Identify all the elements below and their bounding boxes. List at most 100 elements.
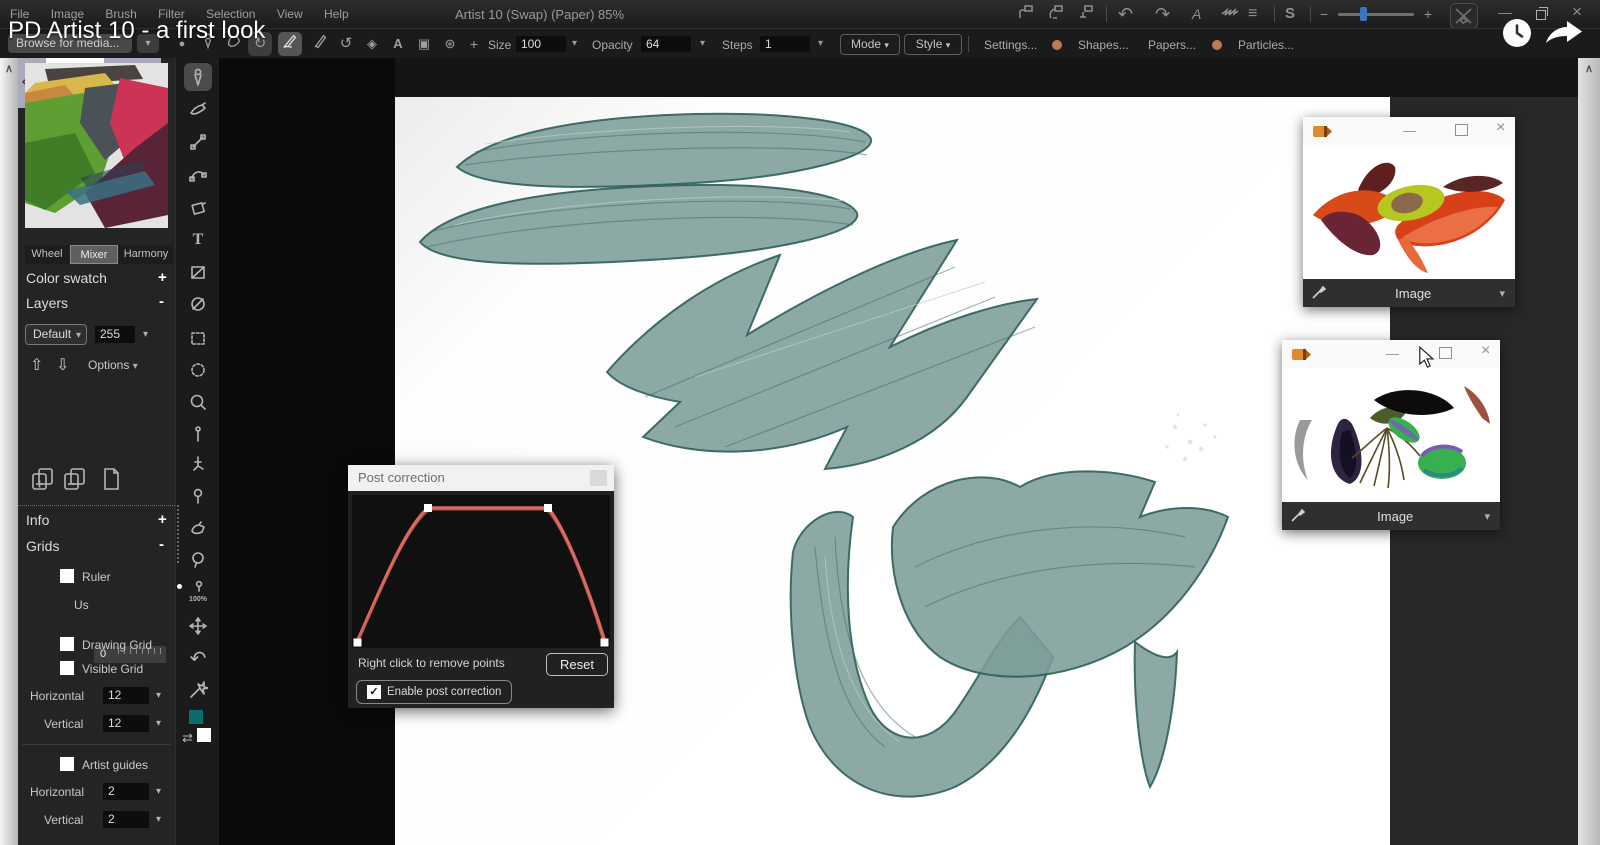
image-panel-titlebar[interactable]: — ×	[1282, 340, 1500, 368]
grid-vertical-field[interactable]: 12	[103, 715, 149, 732]
image-panel-caret[interactable]: ▾	[1484, 510, 1490, 523]
style-dropdown[interactable]: Style ▾	[904, 34, 962, 55]
press-tool[interactable]	[184, 514, 212, 542]
panel-minimize-icon[interactable]: —	[1403, 123, 1416, 138]
balloon-zoom-tool[interactable]	[184, 546, 212, 574]
watch-later-clock-icon[interactable]	[1503, 19, 1531, 47]
settings-button[interactable]: Settings...	[984, 38, 1037, 52]
smudge-tool[interactable]	[184, 96, 212, 124]
pen-tool[interactable]	[184, 63, 212, 91]
snap-cross-icon[interactable]: +	[462, 32, 486, 56]
sparkle-brush-icon[interactable]: ⊛	[438, 32, 462, 56]
zoom-in-icon[interactable]: +	[1424, 2, 1432, 26]
zoom-out-icon[interactable]: −	[1320, 2, 1328, 26]
particles-button[interactable]: Particles...	[1238, 38, 1294, 52]
curve-handles[interactable]	[354, 504, 609, 647]
panel-maximize-icon[interactable]	[1455, 124, 1468, 136]
guides-vertical-caret[interactable]: ▾	[156, 814, 161, 825]
note-pad-icon[interactable]: ▣	[412, 32, 436, 56]
visible-grid-checkbox[interactable]	[60, 661, 74, 675]
guides-horizontal-field[interactable]: 2	[103, 783, 149, 800]
pin-tool[interactable]	[184, 420, 212, 448]
layer-move-up-button[interactable]: ⇧	[30, 355, 43, 375]
panel-close-icon[interactable]: ×	[1496, 119, 1505, 137]
grid-horizontal-caret[interactable]: ▾	[156, 690, 161, 701]
pin-star-tool[interactable]	[184, 676, 212, 704]
panel-close-icon[interactable]: ×	[1481, 342, 1490, 360]
deselect-tool[interactable]	[184, 290, 212, 318]
share-arrow-icon[interactable]	[1544, 20, 1584, 47]
quick-sketch-icon[interactable]	[278, 32, 302, 56]
menu-help[interactable]: Help	[324, 0, 349, 28]
eyedropper-icon[interactable]	[1311, 284, 1327, 303]
grid-horizontal-field[interactable]: 12	[103, 687, 149, 704]
panel-drag-handle[interactable]	[177, 505, 183, 563]
color-swatch-header[interactable]: Color swatch	[26, 270, 107, 286]
reset-button[interactable]: Reset	[546, 653, 608, 676]
tab-wheel[interactable]: Wheel	[25, 245, 69, 264]
add-layer-button[interactable]	[30, 466, 56, 495]
layer-move-down-button[interactable]: ⇩	[56, 355, 69, 375]
curve-tool[interactable]	[184, 160, 212, 188]
guides-vertical-field[interactable]: 2	[103, 811, 149, 828]
layers-collapse-button[interactable]: -	[159, 293, 164, 310]
undo-tool[interactable]: ↶	[184, 644, 212, 672]
right-scrollbar[interactable]: ∧	[1578, 58, 1600, 845]
cycle-colors-icon[interactable]: ↺	[334, 32, 358, 56]
panel-minimize-icon[interactable]: —	[1386, 346, 1399, 361]
color-swatch-add-button[interactable]: +	[158, 269, 167, 286]
autoshape-icon[interactable]: A	[1192, 2, 1201, 26]
move-tool[interactable]	[184, 612, 212, 640]
opacity-caret[interactable]: ▾	[700, 38, 705, 49]
size-field[interactable]: 100	[516, 36, 566, 52]
bend-cursor-tool[interactable]	[184, 450, 212, 478]
shapes-button[interactable]: Shapes...	[1078, 38, 1129, 52]
tab-mixer[interactable]: Mixer	[70, 245, 118, 264]
grid-vertical-caret[interactable]: ▾	[156, 718, 161, 729]
layer-opacity-field[interactable]: 255	[95, 326, 135, 343]
auto-paint-icon[interactable]: A	[386, 32, 410, 56]
scroll-up-icon[interactable]: ∧	[1578, 62, 1600, 75]
image-panel-titlebar[interactable]: — ×	[1303, 117, 1515, 145]
secondary-color-swatch[interactable]	[197, 728, 211, 742]
pencil-icon[interactable]	[308, 32, 332, 56]
line-tool[interactable]	[184, 128, 212, 156]
undo-icon[interactable]: ↶	[1118, 2, 1133, 26]
list-icon[interactable]: ≡	[1248, 2, 1257, 26]
image-panel-preview[interactable]	[1303, 145, 1515, 279]
crop-tool[interactable]	[184, 258, 212, 286]
info-header[interactable]: Info	[26, 512, 49, 528]
size-caret[interactable]: ▾	[572, 38, 577, 49]
layers-header[interactable]: Layers	[26, 295, 68, 311]
brush-disabled-icon[interactable]	[1450, 3, 1478, 29]
correction-curve-editor[interactable]	[352, 495, 610, 648]
panel-drag-dot[interactable]	[177, 584, 182, 589]
stroke-style-icon[interactable]: S	[1285, 2, 1295, 26]
swap-colors-icon[interactable]: ⇄	[182, 730, 193, 746]
grids-header[interactable]: Grids	[26, 538, 59, 554]
steps-caret[interactable]: ▾	[818, 38, 823, 49]
menu-view[interactable]: View	[277, 0, 303, 28]
papers-button[interactable]: Papers...	[1148, 38, 1196, 52]
artist-guides-checkbox[interactable]	[60, 757, 74, 771]
zoom-tool[interactable]	[184, 388, 212, 416]
remove-layer-button[interactable]	[62, 466, 88, 495]
current-color-swatch[interactable]	[189, 710, 203, 724]
layer-options-dropdown[interactable]: Options ▾	[88, 358, 138, 372]
ellipse-select-tool[interactable]	[184, 356, 212, 384]
color-mixer-pad[interactable]	[25, 63, 168, 228]
enable-post-correction-group[interactable]: ✓ Enable post correction	[356, 680, 512, 704]
new-page-button[interactable]	[98, 466, 124, 495]
blend-mode-dropdown[interactable]: Default▾	[25, 324, 87, 345]
image-panel-preview[interactable]	[1282, 368, 1500, 502]
panel-maximize-icon[interactable]	[1439, 347, 1452, 359]
zoom-slider[interactable]	[1338, 13, 1414, 16]
tab-harmony[interactable]: Harmony	[119, 245, 173, 264]
arrange-icon-3[interactable]	[1076, 2, 1096, 29]
info-expand-button[interactable]: +	[158, 511, 167, 528]
dialog-close-button[interactable]	[590, 470, 607, 486]
left-scrollbar[interactable]: ∧	[0, 58, 18, 845]
mode-dropdown[interactable]: Mode ▾	[840, 34, 900, 55]
eyedropper-icon[interactable]	[1290, 507, 1306, 526]
guides-horizontal-caret[interactable]: ▾	[156, 786, 161, 797]
